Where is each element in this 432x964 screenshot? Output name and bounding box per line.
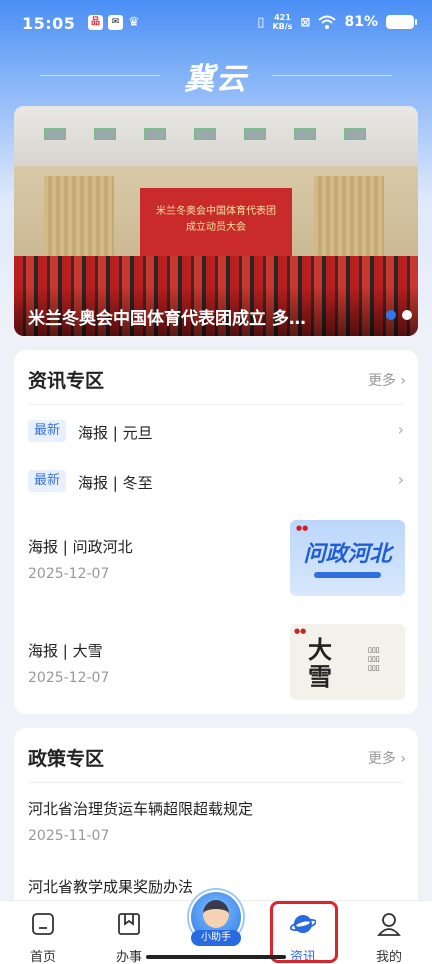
network-speed: 421 KB/s (272, 13, 293, 31)
crown-icon: ♛ (128, 15, 140, 30)
battery-icon (386, 15, 417, 29)
news-item-title: 海报 | 冬至 (78, 474, 153, 492)
thumb-logo: ●● (294, 627, 307, 635)
policy-item-title: 河北省治理货运车辆超限超载规定 (28, 800, 254, 818)
latest-tag: 最新 (28, 420, 66, 442)
app-logo: 冀云 (184, 62, 248, 97)
message-notification-icon: ✉ (108, 15, 123, 30)
divider (28, 782, 404, 783)
thumb-logo: ●● (296, 524, 309, 532)
stage-text-line2: 成立动员大会 (186, 222, 246, 233)
wifi-icon (318, 15, 337, 29)
news-item-title: 海报 | 大雪 (28, 642, 103, 660)
ceiling-light (144, 128, 166, 140)
news-thumbnail: ●● 问政河北 (290, 520, 405, 596)
thumb-side-text: ▯▯▯ ▯▯▯ ▯▯▯ (368, 646, 380, 672)
news-item-date: 2025-12-07 (28, 670, 110, 686)
app-header: 冀云 (0, 52, 432, 97)
chevron-right-icon: › (397, 470, 404, 489)
carousel-dot-active[interactable] (386, 310, 396, 320)
notification-icons: 品 ✉ ♛ (88, 15, 140, 30)
assistant-face (203, 900, 229, 928)
home-icon (32, 913, 54, 935)
policy-more-link[interactable]: 更多 › (368, 748, 406, 768)
app-notification-icon: 品 (88, 15, 103, 30)
news-item-title: 海报 | 问政河北 (28, 538, 133, 556)
policy-item-date: 2025-11-07 (28, 828, 110, 844)
no-sim-icon: ⊠ (300, 15, 311, 29)
ceiling-light (194, 128, 216, 140)
divider (28, 404, 404, 405)
chevron-right-icon: › (400, 373, 406, 389)
user-icon (377, 913, 401, 936)
nav-profile[interactable]: 我的 (346, 901, 432, 964)
logo-divider-right (272, 75, 392, 76)
stage-text-line1: 米兰冬奥会中国体育代表团 (156, 206, 276, 217)
policy-section-title: 政策专区 (28, 748, 105, 770)
nav-home[interactable]: 首页 (0, 901, 86, 964)
chevron-right-icon: › (400, 751, 406, 767)
nav-home-label: 首页 (29, 950, 56, 964)
home-indicator (146, 955, 286, 959)
bookmark-icon (118, 913, 140, 935)
highlight-annotation (270, 901, 338, 963)
latest-tag: 最新 (28, 470, 66, 492)
news-section-card: 资讯专区 更多 › 最新 海报 | 元旦 › 最新 海报 | 冬至 › 海报 |… (14, 350, 418, 714)
vibrate-icon: ▯ (257, 14, 265, 30)
news-item-date: 2025-12-07 (28, 566, 110, 582)
news-thumbnail: ●● 大雪 ▯▯▯ ▯▯▯ ▯▯▯ (290, 624, 405, 700)
thumbnail-text: 大雪 (308, 635, 332, 691)
policy-item-title: 河北省教学成果奖励办法 (28, 878, 194, 896)
ceiling-light (94, 128, 116, 140)
assistant-label: 小助手 (191, 930, 241, 946)
banner-caption: 米兰冬奥会中国体育代表团成立 多… (28, 309, 306, 329)
battery-percent: 81% (344, 14, 378, 30)
thumbnail-text: 问政河北 (303, 542, 392, 567)
ceiling-light (294, 128, 316, 140)
status-bar: 15:05 品 ✉ ♛ ▯ 421 KB/s ⊠ 81% (0, 0, 432, 48)
thumb-decoration (314, 572, 381, 578)
carousel-dot[interactable] (402, 310, 412, 320)
ceiling-light (344, 128, 366, 140)
news-banner[interactable]: 米兰冬奥会中国体育代表团 成立动员大会 米兰冬奥会中国体育代表团成立 多… (14, 106, 418, 336)
status-time: 15:05 (22, 14, 76, 33)
ceiling-light (44, 128, 66, 140)
news-section-title: 资讯专区 (28, 370, 105, 392)
nav-profile-label: 我的 (375, 950, 402, 964)
status-right: ▯ 421 KB/s ⊠ 81% (257, 13, 417, 31)
assistant-button[interactable]: 小助手 (187, 890, 245, 952)
ceiling-light (244, 128, 266, 140)
news-more-link[interactable]: 更多 › (368, 370, 406, 390)
news-item-title: 海报 | 元旦 (78, 424, 153, 442)
chevron-right-icon: › (397, 420, 404, 439)
